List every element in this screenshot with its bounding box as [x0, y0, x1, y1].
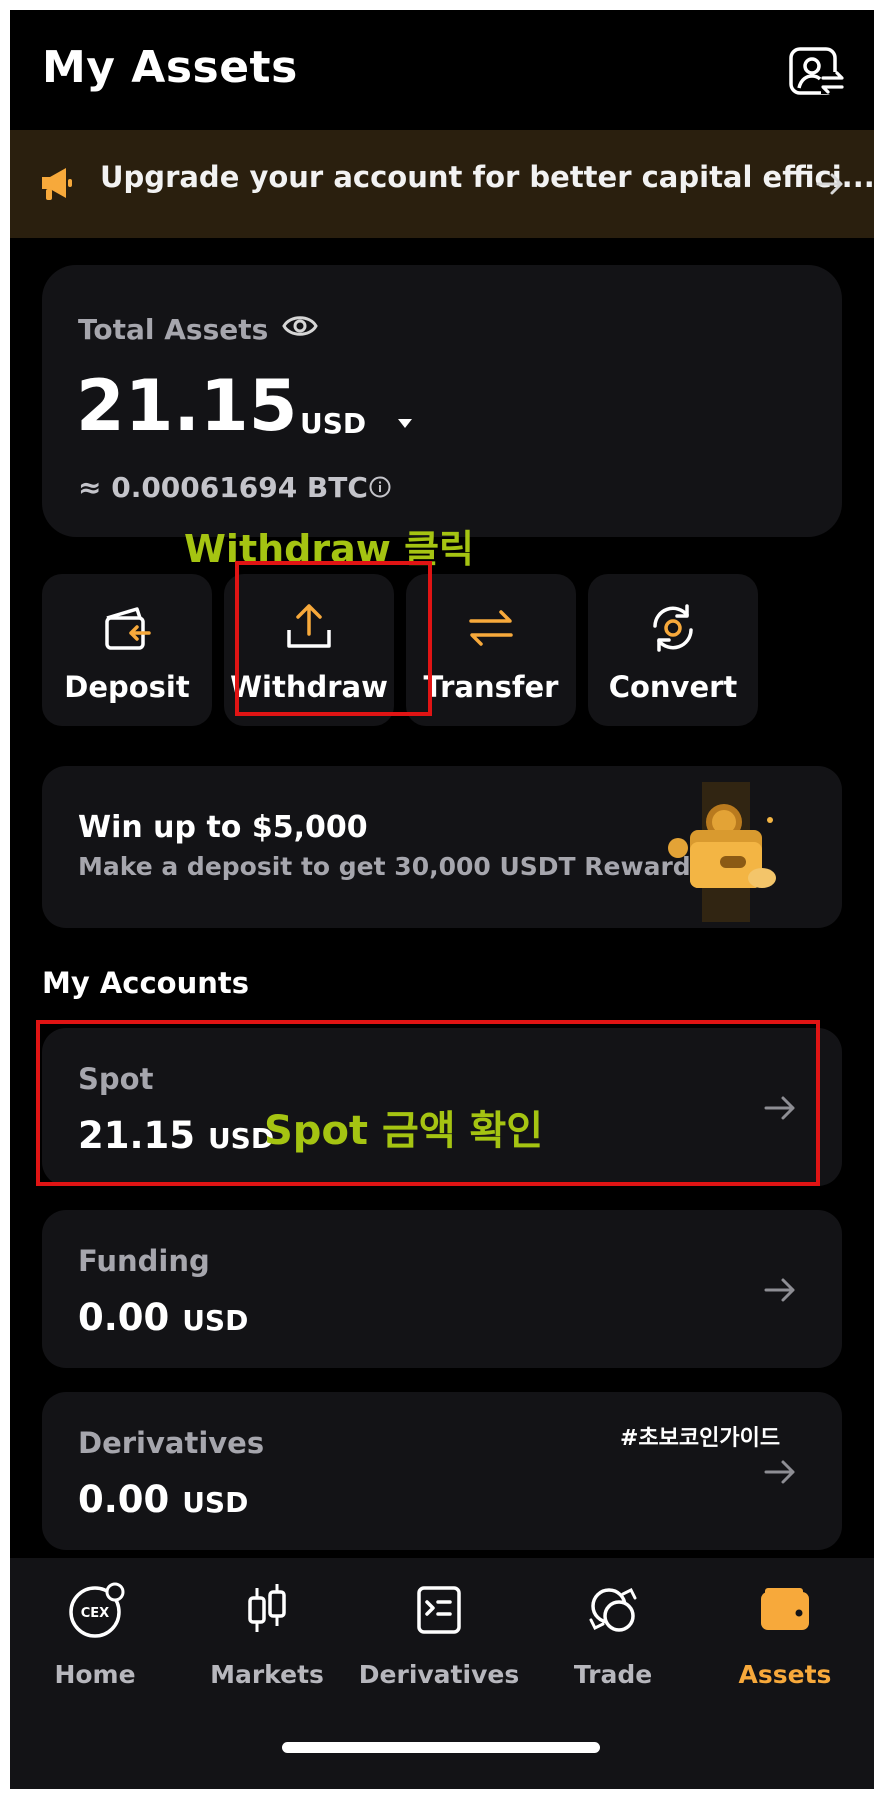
deposit-icon [105, 607, 151, 650]
nav-label: Markets [210, 1660, 324, 1689]
upgrade-banner[interactable]: Upgrade your account for better capital … [10, 130, 874, 238]
home-indicator [282, 1742, 600, 1753]
balance-amount: 0.00 [78, 1296, 170, 1339]
deposit-button[interactable]: Deposit [42, 574, 212, 726]
arrow-right-icon [764, 1460, 795, 1484]
balance-currency: USD [182, 1486, 249, 1519]
nav-label: Derivatives [358, 1660, 520, 1689]
cex-badge-text: CEX [81, 1606, 109, 1621]
banner-text: Upgrade your account for better capital … [100, 160, 874, 194]
balance-amount: 0.00 [78, 1478, 170, 1521]
cex-home-icon: CEX [69, 1582, 125, 1638]
promo-headline: Win up to $5,000 [78, 810, 368, 845]
funding-account-card[interactable]: Funding 0.00 USD [42, 1210, 842, 1368]
spot-annotation: Spot 금액 확인 [264, 1108, 544, 1154]
megaphone-icon [42, 168, 72, 200]
arrow-right-icon [764, 1278, 795, 1302]
page-title: My Assets [42, 42, 298, 93]
my-accounts-heading: My Accounts [42, 966, 250, 1000]
terminal-doc-icon [417, 1586, 461, 1634]
deposit-label: Deposit [64, 670, 190, 704]
account-balance: 0.00 USD [78, 1478, 248, 1521]
account-balance: 0.00 USD [78, 1296, 248, 1339]
wallet-icon [761, 1588, 809, 1630]
convert-icon [653, 604, 693, 652]
balance-currency: USD [182, 1304, 249, 1337]
withdraw-highlight-box [235, 561, 432, 716]
info-icon[interactable] [368, 475, 392, 499]
account-name: Funding [78, 1244, 210, 1278]
nav-derivatives[interactable]: Derivatives [354, 1580, 524, 1690]
trade-swap-icon [589, 1587, 637, 1632]
convert-button[interactable]: Convert [588, 574, 758, 726]
total-assets-label: Total Assets [78, 313, 269, 346]
transfer-icon [469, 610, 513, 646]
total-assets-amount: 21.15 [76, 365, 298, 447]
total-assets-card: Total Assets 21.15 USD ≈ 0.00061694 BTC [42, 265, 842, 537]
app-screen: My Assets Upgrade your account for bette… [10, 10, 874, 1789]
nav-assets[interactable]: Assets [700, 1580, 870, 1690]
candlestick-icon [248, 1584, 286, 1632]
nav-label: Trade [573, 1660, 653, 1689]
watermark-text: #초보코인가이드 [620, 1426, 781, 1451]
promo-subtitle: Make a deposit to get 30,000 USDT Reward… [78, 852, 706, 881]
derivatives-account-card[interactable]: Derivatives 0.00 USD [42, 1392, 842, 1550]
nav-trade[interactable]: Trade [528, 1580, 698, 1690]
nav-markets[interactable]: Markets [182, 1580, 352, 1690]
profile-switch-icon [789, 47, 844, 95]
nav-home[interactable]: CEX Home [10, 1580, 180, 1690]
eye-icon[interactable] [282, 311, 318, 341]
btc-equivalent: ≈ 0.00061694 BTC [78, 471, 368, 504]
promo-card[interactable]: Win up to $5,000 Make a deposit to get 3… [42, 766, 842, 928]
arrow-right-icon [816, 173, 843, 195]
currency-selector[interactable]: USD [300, 407, 366, 440]
nav-label: Assets [738, 1660, 832, 1689]
account-switch-button[interactable] [788, 46, 846, 98]
wallet-coins-illustration [668, 782, 776, 922]
bottom-nav: CEX Home Markets Derivatives Trade Asset… [10, 1558, 874, 1789]
nav-label: Home [54, 1660, 136, 1689]
caret-down-icon[interactable] [398, 419, 412, 428]
convert-label: Convert [608, 670, 738, 704]
account-name: Derivatives [78, 1426, 265, 1460]
